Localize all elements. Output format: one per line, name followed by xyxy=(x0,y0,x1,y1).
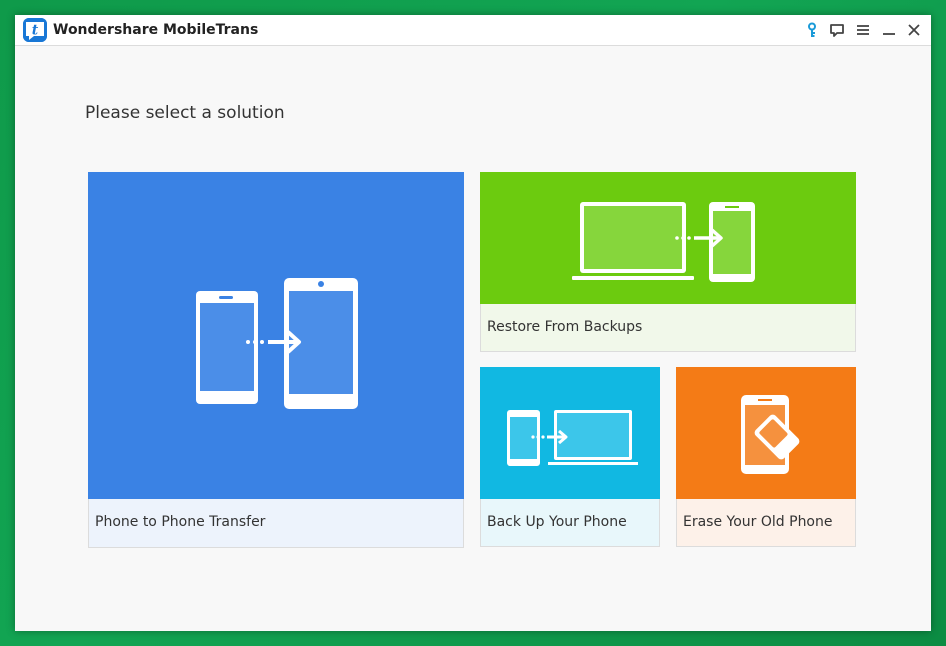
phone-to-phone-icon xyxy=(196,278,358,409)
backup-icon xyxy=(507,410,638,466)
restore-art xyxy=(480,172,856,304)
backup-art xyxy=(480,367,660,499)
phone-to-phone-transfer-tile[interactable]: Phone to Phone Transfer xyxy=(88,172,464,548)
feedback-icon[interactable] xyxy=(827,20,847,40)
app-window: t Wondershare MobileTrans Please select … xyxy=(15,15,931,631)
erase-label: Erase Your Old Phone xyxy=(683,514,833,530)
phone-to-phone-art xyxy=(88,172,464,499)
key-icon[interactable] xyxy=(802,20,822,40)
erase-old-phone-tile[interactable]: Erase Your Old Phone xyxy=(676,367,856,547)
restore-label-bar: Restore From Backups xyxy=(480,304,856,352)
window-title: Wondershare MobileTrans xyxy=(53,22,259,38)
title-bar[interactable]: t Wondershare MobileTrans xyxy=(15,15,931,46)
close-icon[interactable] xyxy=(904,20,924,40)
mobiletrans-logo-icon: t xyxy=(23,18,47,42)
erase-label-bar: Erase Your Old Phone xyxy=(676,499,856,547)
minimize-icon[interactable] xyxy=(879,20,899,40)
restore-label: Restore From Backups xyxy=(487,319,643,335)
page-heading: Please select a solution xyxy=(85,103,285,123)
menu-icon[interactable] xyxy=(853,20,873,40)
restore-from-backups-tile[interactable]: Restore From Backups xyxy=(480,172,856,352)
restore-icon xyxy=(572,202,755,282)
erase-icon xyxy=(741,395,800,474)
backup-label: Back Up Your Phone xyxy=(487,514,627,530)
backup-label-bar: Back Up Your Phone xyxy=(480,499,660,547)
logo-letter: t xyxy=(32,23,39,39)
back-up-phone-tile[interactable]: Back Up Your Phone xyxy=(480,367,660,547)
erase-art xyxy=(676,367,856,499)
phone-to-phone-label-bar: Phone to Phone Transfer xyxy=(88,499,464,548)
phone-to-phone-label: Phone to Phone Transfer xyxy=(95,514,266,530)
